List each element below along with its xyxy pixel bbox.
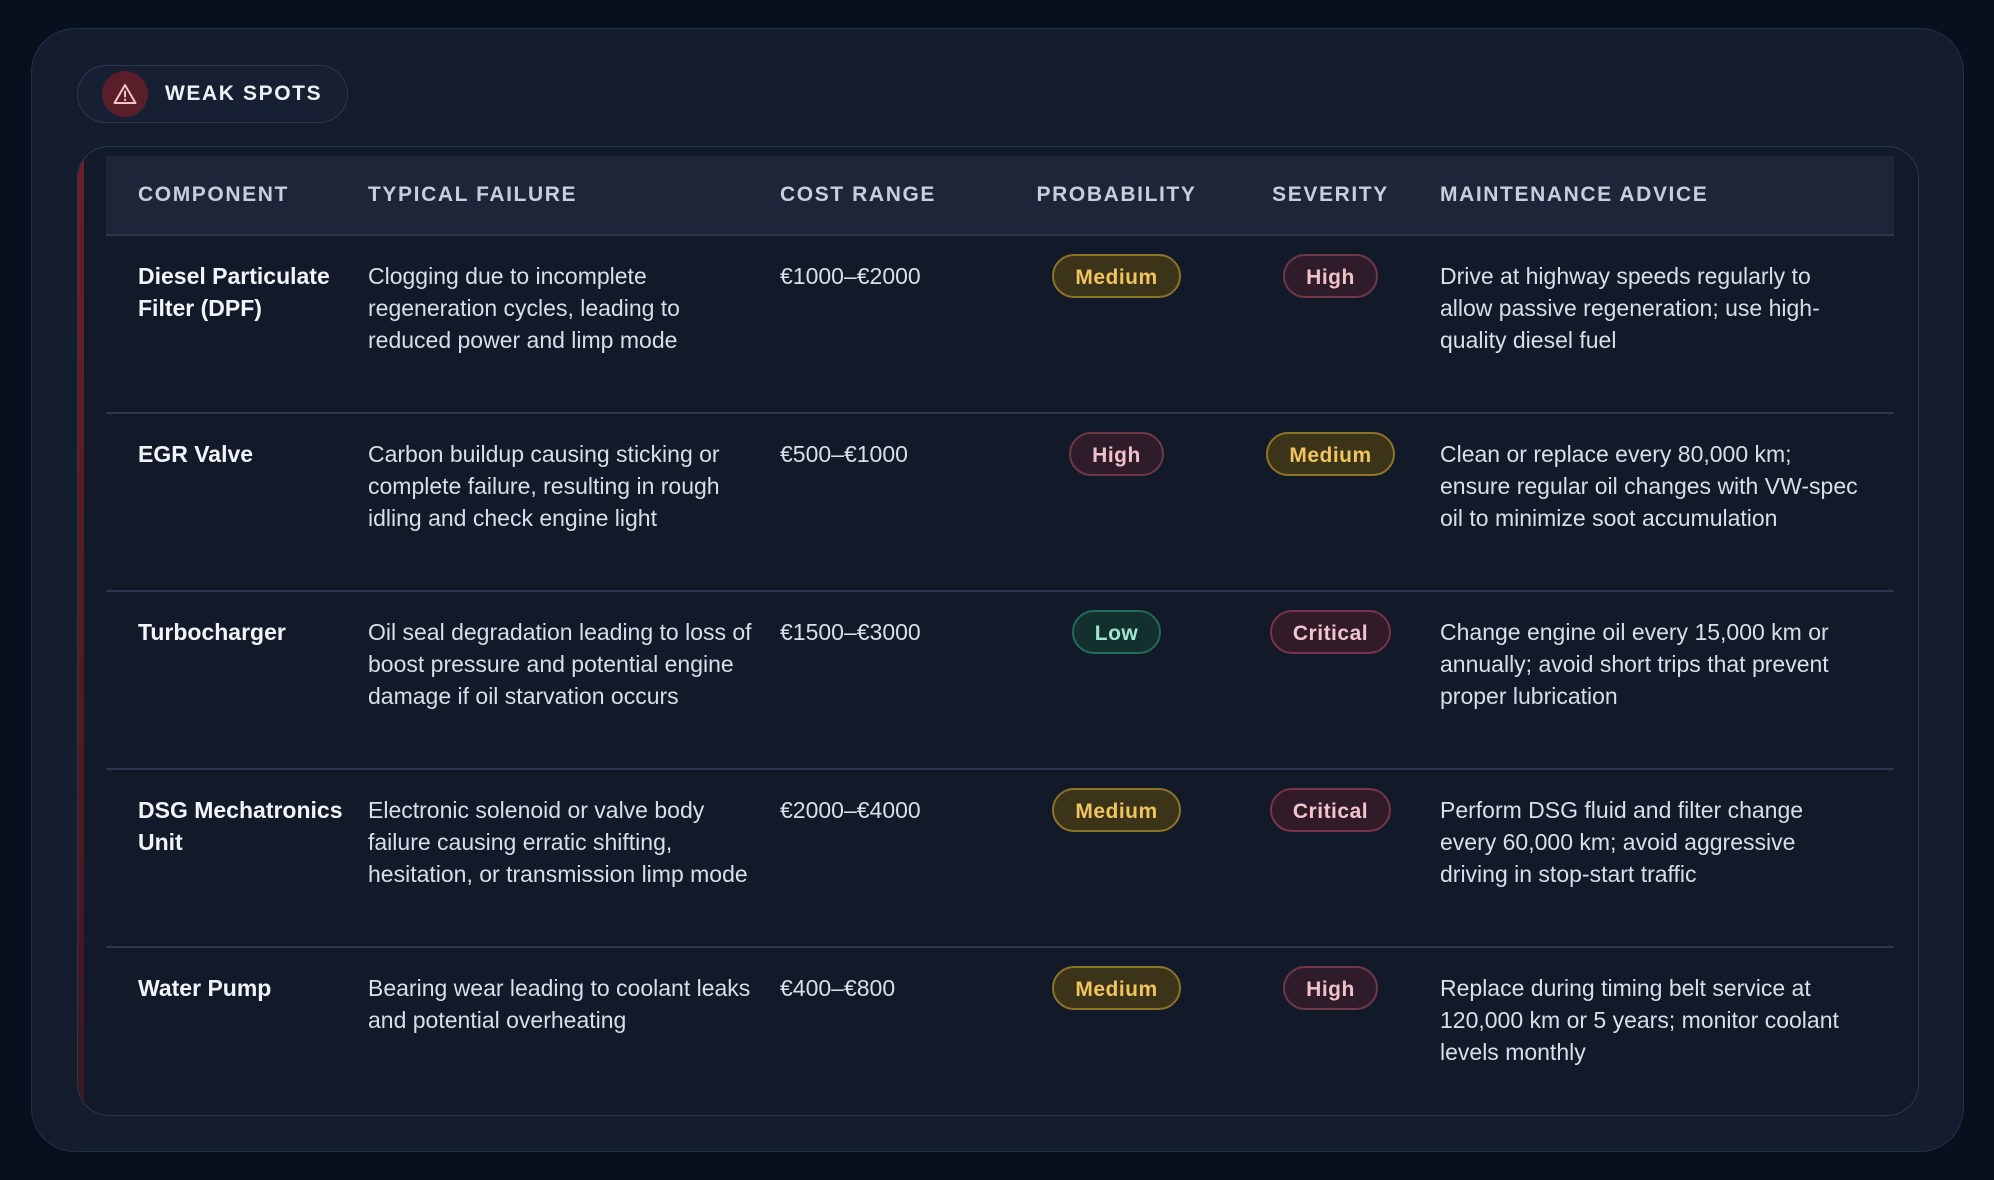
component-name: Turbocharger [138, 619, 286, 645]
component-name: DSG Mechatronics Unit [138, 797, 343, 855]
section-chip: WEAK SPOTS [77, 65, 349, 123]
column-header-failure: TYPICAL FAILURE [368, 183, 578, 206]
table-row: EGR Valve Carbon buildup causing stickin… [106, 413, 1894, 591]
section-title: WEAK SPOTS [165, 82, 323, 105]
cost-range: €500–€1000 [780, 441, 908, 467]
component-name: Diesel Particulate Filter (DPF) [138, 263, 330, 321]
severity-badge: High [1283, 966, 1378, 1010]
maintenance-advice: Change engine oil every 15,000 km or ann… [1440, 619, 1829, 709]
probability-badge: Medium [1052, 254, 1181, 298]
maintenance-advice: Perform DSG fluid and filter change ever… [1440, 797, 1804, 887]
cost-range: €1500–€3000 [780, 619, 921, 645]
probability-badge: High [1069, 432, 1164, 476]
typical-failure: Clogging due to incomplete regeneration … [368, 263, 680, 353]
table-row: Water Pump Bearing wear leading to coola… [106, 947, 1894, 1093]
column-header-component: COMPONENT [138, 183, 289, 206]
severity-badge: Medium [1266, 432, 1395, 476]
table-header-row: COMPONENT TYPICAL FAILURE COST RANGE PRO… [106, 156, 1894, 235]
weak-spots-panel: WEAK SPOTS COMPONENT TYPICAL FAILURE COS… [31, 28, 1964, 1152]
accent-bar [78, 147, 84, 1115]
weak-spots-table-card: COMPONENT TYPICAL FAILURE COST RANGE PRO… [77, 146, 1919, 1116]
probability-badge: Low [1071, 610, 1162, 654]
severity-badge: Critical [1269, 610, 1392, 654]
severity-badge: Critical [1269, 788, 1392, 832]
table-row: DSG Mechatronics Unit Electronic solenoi… [106, 769, 1894, 947]
cost-range: €400–€800 [780, 975, 896, 1001]
typical-failure: Oil seal degradation leading to loss of … [368, 619, 752, 709]
column-header-severity: SEVERITY [1272, 183, 1389, 206]
typical-failure: Bearing wear leading to coolant leaks an… [368, 975, 751, 1033]
warning-triangle-icon [102, 71, 148, 117]
maintenance-advice: Clean or replace every 80,000 km; ensure… [1440, 441, 1858, 531]
typical-failure: Electronic solenoid or valve body failur… [368, 797, 748, 887]
column-header-probability: PROBABILITY [1036, 183, 1197, 206]
component-name: EGR Valve [138, 441, 254, 467]
probability-badge: Medium [1052, 788, 1181, 832]
table-row: Diesel Particulate Filter (DPF) Clogging… [106, 235, 1894, 413]
table-row: Turbocharger Oil seal degradation leadin… [106, 591, 1894, 769]
severity-badge: High [1283, 254, 1378, 298]
probability-badge: Medium [1052, 966, 1181, 1010]
typical-failure: Carbon buildup causing sticking or compl… [368, 441, 720, 531]
maintenance-advice: Replace during timing belt service at 12… [1440, 975, 1839, 1065]
column-header-cost: COST RANGE [780, 183, 937, 206]
cost-range: €1000–€2000 [780, 263, 921, 289]
column-header-advice: MAINTENANCE ADVICE [1440, 183, 1709, 206]
weak-spots-table: COMPONENT TYPICAL FAILURE COST RANGE PRO… [106, 156, 1894, 1093]
cost-range: €2000–€4000 [780, 797, 921, 823]
component-name: Water Pump [138, 975, 272, 1001]
maintenance-advice: Drive at highway speeds regularly to all… [1440, 263, 1820, 353]
